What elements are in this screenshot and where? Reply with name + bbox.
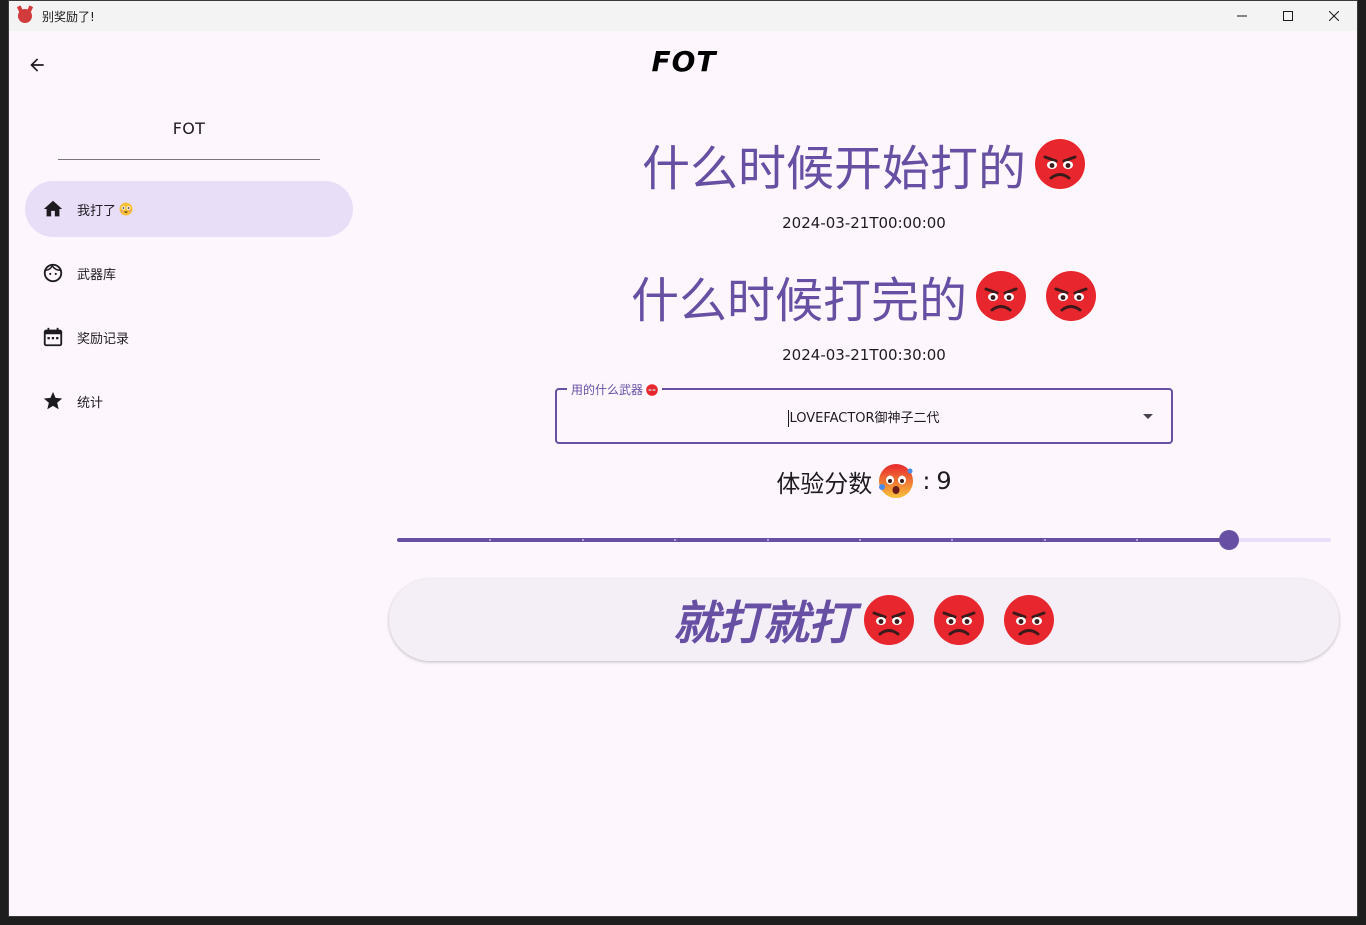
pouting-face-icon [646,383,658,396]
nav-item-label: 我打了 [77,203,117,219]
end-heading[interactable]: 什么时候打完的 [631,261,967,331]
angry-face-icon [1004,595,1054,645]
weapon-dropdown-label: 用的什么武器 [571,383,644,397]
end-datetime[interactable]: 2024-03-21T00:30:00 [369,346,1357,364]
slider-tick-mark [951,539,953,541]
devil-app-icon [18,9,32,23]
arrow-back-icon [30,58,44,72]
maximize-button[interactable] [1265,1,1311,31]
slider-tick-mark [859,539,861,541]
close-button[interactable] [1311,1,1357,31]
angry-face-icon [1035,139,1085,189]
end-heading-row: 什么时候打完的 [369,261,1357,331]
score-label: 体验分数 [776,469,873,498]
slider-active-track [397,538,1229,542]
app-window: 别奖励了! FOT 我打了 武器库 奖励记录 统计 FOT 什么时候开始打的 2… [8,0,1358,917]
slider-tick-mark [582,539,584,541]
nav-item-rewards[interactable]: 奖励记录 [25,309,353,365]
slider-tick-mark [489,539,491,541]
submit-button[interactable]: 就打就打 [389,579,1339,661]
score-slider[interactable] [397,529,1331,551]
hot-face-icon [879,464,914,498]
calendar-icon [41,325,65,349]
desktop-background-left [0,0,8,925]
slider-thumb[interactable] [1219,530,1239,550]
desktop-background-right [1358,0,1366,925]
slider-tick-mark [674,539,676,541]
angry-face-icon [1046,271,1096,321]
submit-button-label: 就打就打 [673,596,854,650]
drawer-header: FOT [172,119,206,138]
nav-item-label: 统计 [77,395,104,411]
nav-item-fight[interactable]: 我打了 [25,181,353,237]
nav-item-label: 奖励记录 [77,331,130,347]
window-title: 别奖励了! [42,9,95,24]
nav-item-stats[interactable]: 统计 [25,373,353,429]
window-controls [1219,1,1357,31]
main-content: FOT 什么时候开始打的 2024-03-21T00:00:00 什么时候打完的 [369,31,1357,916]
score-value: 9 [936,467,952,495]
nav-item-label: 武器库 [77,267,117,283]
desktop-background-bottom [0,917,1366,925]
drawer-divider [58,159,320,160]
minimize-icon [1237,15,1247,17]
star-icon [41,389,65,413]
start-heading-row: 什么时候开始打的 [369,129,1357,199]
slider-inactive-track [1229,538,1331,542]
face-icon [41,261,65,285]
slider-tick-mark [1136,539,1138,541]
page-title: FOT [651,45,717,78]
close-icon [1329,11,1339,21]
weapon-selected-value: LOVEFACTOR御神子二代 [789,411,940,426]
start-heading[interactable]: 什么时候开始打的 [642,129,1026,199]
navigation-drawer: FOT 我打了 武器库 奖励记录 统计 [9,31,369,916]
flushed-face-emoji-icon [119,202,133,216]
nav-item-armory[interactable]: 武器库 [25,245,353,301]
angry-face-icon [976,271,1026,321]
back-button[interactable] [21,49,53,81]
angry-face-icon [934,595,984,645]
home-icon [41,197,65,221]
weapon-dropdown[interactable]: 用的什么武器 LOVEFACTOR御神子二代 [555,381,1173,444]
arrow-drop-down-icon[interactable] [1141,409,1155,423]
score-row: 体验分数 : 9 [369,463,1357,499]
angry-face-icon [864,595,914,645]
minimize-button[interactable] [1219,1,1265,31]
score-separator: : [922,467,931,495]
title-bar[interactable]: 别奖励了! [9,1,1357,31]
maximize-icon [1283,11,1293,21]
start-datetime[interactable]: 2024-03-21T00:00:00 [369,214,1357,232]
slider-tick-mark [767,539,769,541]
slider-tick-mark [1044,539,1046,541]
